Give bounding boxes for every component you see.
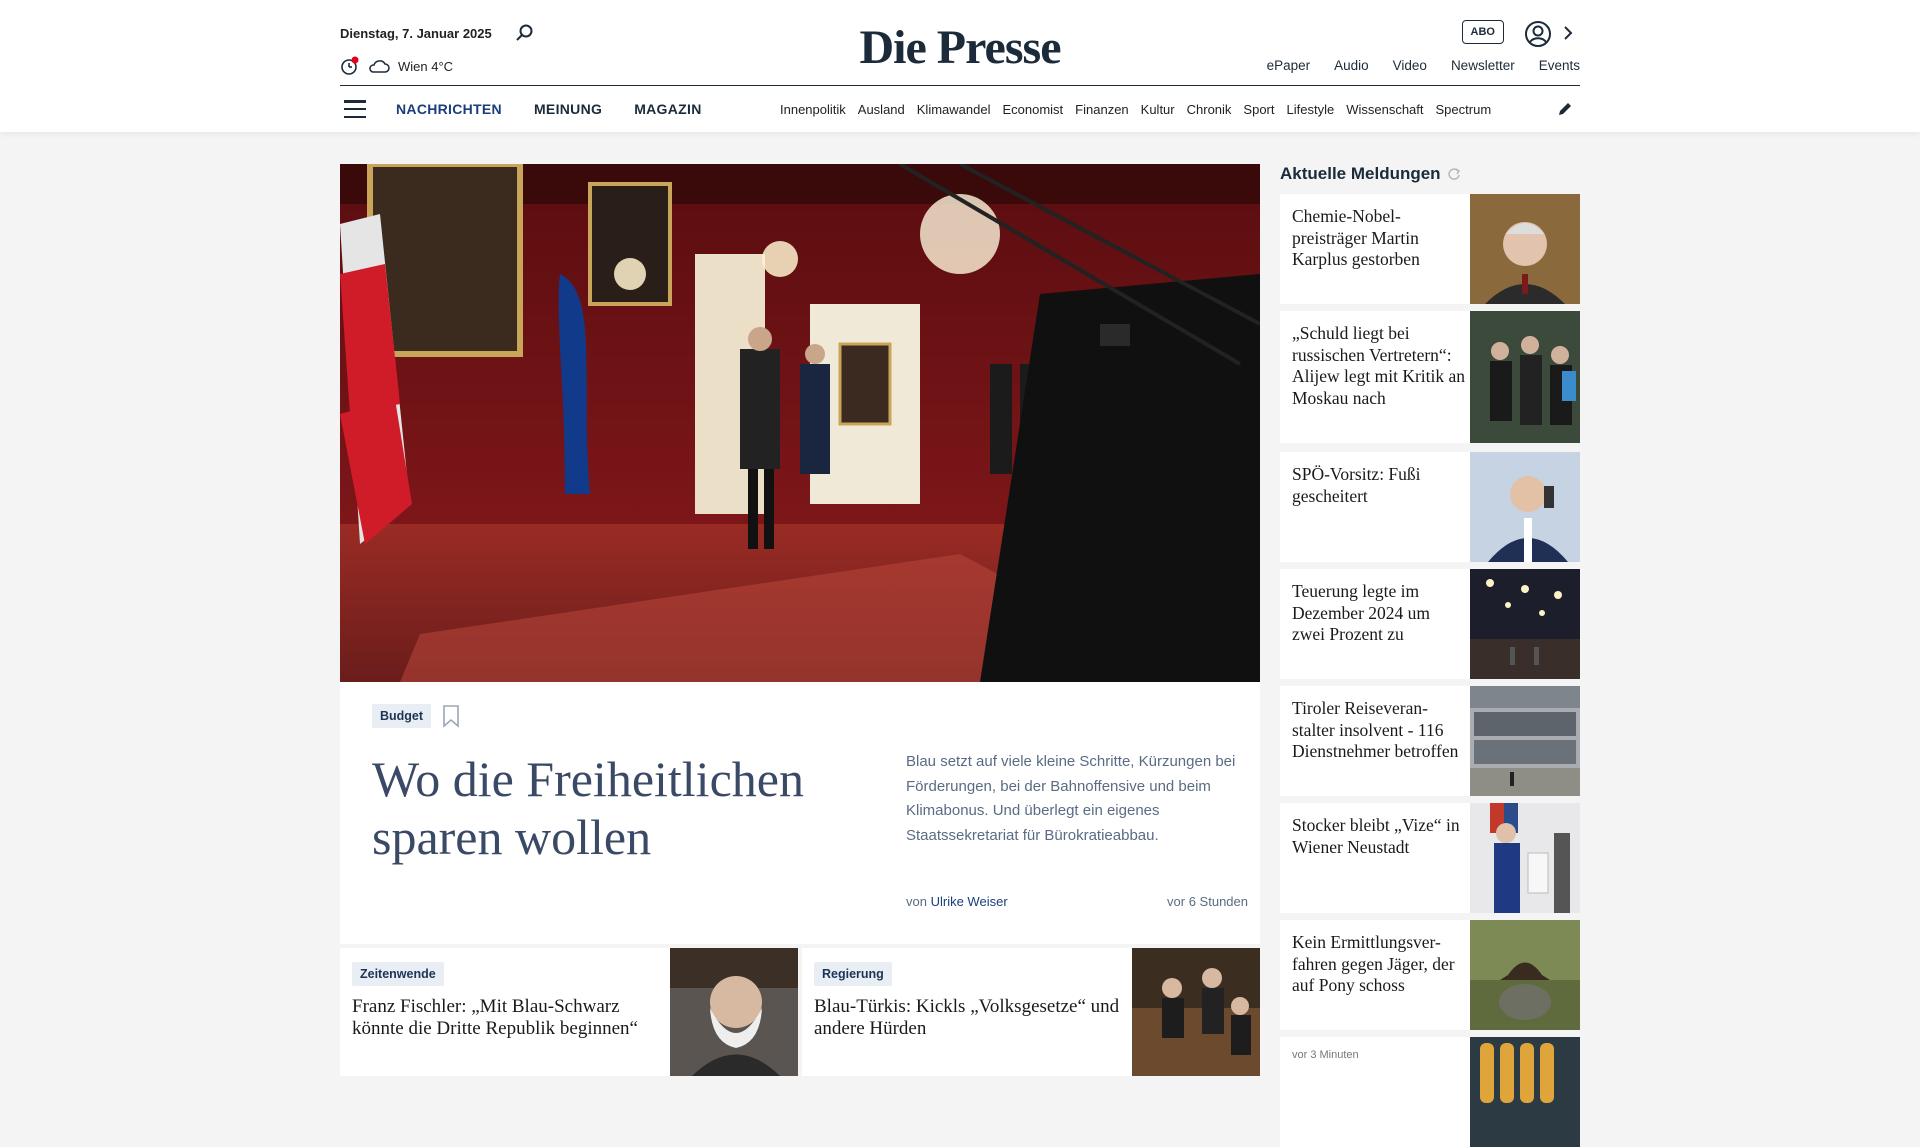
hero-headline[interactable]: Wo die Freiheitlichen sparen wollen bbox=[372, 750, 892, 866]
list-item[interactable]: Tiroler Reiseveran-stalter insolvent - 1… bbox=[1280, 686, 1580, 796]
list-item-title[interactable]: Kein Ermittlungsver-fahren gegen Jäger, … bbox=[1292, 932, 1466, 997]
subnav-ausland[interactable]: Ausland bbox=[858, 102, 905, 117]
subnav-chronik[interactable]: Chronik bbox=[1187, 102, 1232, 117]
hero-timestamp: vor 6 Stunden bbox=[1167, 894, 1248, 909]
list-item-title[interactable]: „Schuld liegt bei russischen Vertretern“… bbox=[1292, 323, 1466, 409]
list-item-thumbnail bbox=[1470, 311, 1580, 443]
abo-button[interactable]: ABO bbox=[1461, 20, 1504, 44]
list-item-title[interactable]: Stocker bleibt „Vize“ in Wiener Neustadt bbox=[1292, 815, 1466, 858]
subnav-finanzen[interactable]: Finanzen bbox=[1075, 102, 1128, 117]
list-item[interactable]: SPÖ-Vorsitz: Fußi gescheitert bbox=[1280, 452, 1580, 562]
list-item-title[interactable]: Teuerung legte im Dezember 2024 um zwei … bbox=[1292, 581, 1466, 646]
list-item-thumbnail bbox=[1470, 686, 1580, 796]
list-item-thumbnail bbox=[1470, 569, 1580, 679]
subnav-innenpolitik[interactable]: Innenpolitik bbox=[780, 102, 846, 117]
article-card[interactable]: Regierung Blau-Türkis: Kickls „Volksgese… bbox=[802, 948, 1260, 1076]
byline-prefix: von bbox=[906, 894, 927, 909]
subnav-wissenschaft[interactable]: Wissenschaft bbox=[1346, 102, 1423, 117]
card-tag[interactable]: Zeitenwende bbox=[352, 962, 444, 986]
top-links: ePaper Audio Video Newsletter Events bbox=[1267, 58, 1580, 73]
sidebar-heading-label: Aktuelle Meldungen bbox=[1280, 164, 1441, 183]
refresh-icon[interactable] bbox=[1447, 167, 1461, 181]
subnav-economist[interactable]: Economist bbox=[1002, 102, 1063, 117]
card-title[interactable]: Blau-Türkis: Kickls „Volksgesetze“ und a… bbox=[814, 996, 1120, 1040]
hero-lead: Blau setzt auf viele kleine Schritte, Kü… bbox=[906, 753, 1236, 844]
subnav-fade bbox=[1500, 86, 1550, 132]
nav-nachrichten[interactable]: NACHRICHTEN bbox=[396, 101, 502, 117]
section-subnav: Innenpolitik Ausland Klimawandel Economi… bbox=[780, 86, 1542, 132]
list-item-timestamp: vor 3 Minuten bbox=[1292, 1049, 1359, 1061]
card-thumbnail[interactable] bbox=[670, 948, 798, 1076]
list-item-thumbnail bbox=[1470, 194, 1580, 304]
toplink-newsletter[interactable]: Newsletter bbox=[1451, 58, 1515, 73]
subnav-lifestyle[interactable]: Lifestyle bbox=[1287, 102, 1335, 117]
list-item[interactable]: Chemie-Nobel-preisträger Martin Karplus … bbox=[1280, 194, 1580, 304]
toplink-audio[interactable]: Audio bbox=[1334, 58, 1369, 73]
nav-meinung[interactable]: MEINUNG bbox=[534, 101, 602, 117]
user-account-icon[interactable] bbox=[1524, 20, 1552, 48]
list-item-title[interactable]: Chemie-Nobel-preisträger Martin Karplus … bbox=[1292, 206, 1466, 271]
site-header: Dienstag, 7. Januar 2025 Wien 4°C Die Pr… bbox=[0, 0, 1920, 132]
list-item-thumbnail bbox=[1470, 920, 1580, 1030]
hero-photo bbox=[340, 164, 1260, 682]
hero-image[interactable] bbox=[340, 164, 1260, 682]
list-item-title[interactable]: SPÖ-Vorsitz: Fußi gescheitert bbox=[1292, 464, 1466, 507]
main-navigation: NACHRICHTEN MEINUNG MAGAZIN Innenpolitik… bbox=[340, 86, 1580, 132]
hero-byline: von Ulrike Weiser bbox=[906, 894, 1008, 909]
toplink-epaper[interactable]: ePaper bbox=[1267, 58, 1311, 73]
pencil-icon[interactable] bbox=[1556, 100, 1574, 118]
bookmark-icon[interactable] bbox=[442, 704, 460, 728]
list-item[interactable]: Stocker bleibt „Vize“ in Wiener Neustadt bbox=[1280, 803, 1580, 913]
list-item[interactable]: vor 3 Minuten bbox=[1280, 1037, 1580, 1147]
toplink-events[interactable]: Events bbox=[1539, 58, 1580, 73]
list-item-thumbnail bbox=[1470, 452, 1580, 562]
chevron-right-icon[interactable] bbox=[1560, 22, 1576, 44]
subnav-sport[interactable]: Sport bbox=[1243, 102, 1274, 117]
subnav-klimawandel[interactable]: Klimawandel bbox=[917, 102, 991, 117]
toplink-video[interactable]: Video bbox=[1393, 58, 1427, 73]
menu-icon[interactable] bbox=[344, 100, 366, 118]
card-tag[interactable]: Regierung bbox=[814, 962, 892, 986]
article-card[interactable]: Zeitenwende Franz Fischler: „Mit Blau-Sc… bbox=[340, 948, 798, 1076]
sidebar-heading: Aktuelle Meldungen bbox=[1280, 164, 1461, 184]
list-item[interactable]: Kein Ermittlungsver-fahren gegen Jäger, … bbox=[1280, 920, 1580, 1030]
list-item-title[interactable]: Tiroler Reiseveran-stalter insolvent - 1… bbox=[1292, 698, 1466, 763]
card-title[interactable]: Franz Fischler: „Mit Blau-Schwarz könnte… bbox=[352, 996, 668, 1040]
list-item[interactable]: „Schuld liegt bei russischen Vertretern“… bbox=[1280, 311, 1580, 443]
list-item[interactable]: Teuerung legte im Dezember 2024 um zwei … bbox=[1280, 569, 1580, 679]
list-item-thumbnail bbox=[1470, 803, 1580, 913]
nav-magazin[interactable]: MAGAZIN bbox=[634, 101, 701, 117]
hero-article[interactable]: Budget Wo die Freiheitlichen sparen woll… bbox=[340, 164, 1260, 944]
hero-category-tag[interactable]: Budget bbox=[372, 704, 432, 728]
subnav-spectrum[interactable]: Spectrum bbox=[1436, 102, 1492, 117]
card-thumbnail[interactable] bbox=[1132, 948, 1260, 1076]
subnav-kultur[interactable]: Kultur bbox=[1141, 102, 1175, 117]
author-link[interactable]: Ulrike Weiser bbox=[931, 894, 1008, 909]
list-item-thumbnail bbox=[1470, 1037, 1580, 1147]
